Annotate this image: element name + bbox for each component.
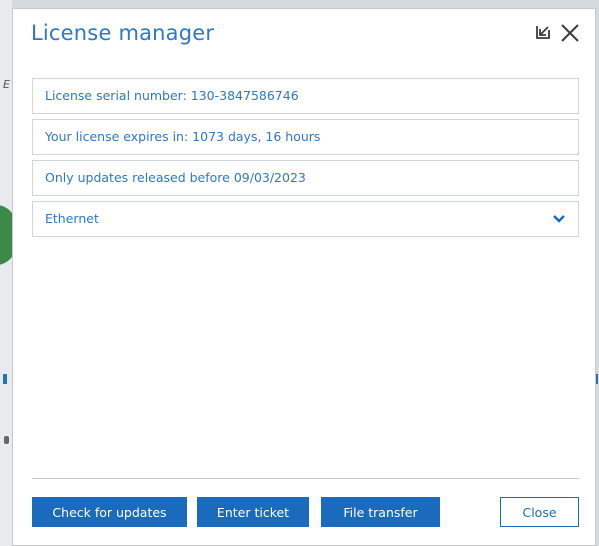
- connection-type-select[interactable]: Ethernet: [32, 201, 579, 237]
- close-icon[interactable]: [559, 22, 581, 44]
- background-blue-mark: [3, 374, 7, 384]
- license-expiry-field: Your license expires in: 1073 days, 16 h…: [32, 119, 579, 155]
- license-manager-dialog: License manager License serial number: 1…: [12, 8, 596, 546]
- file-transfer-button[interactable]: File transfer: [321, 497, 440, 527]
- chevron-down-icon[interactable]: [552, 213, 566, 225]
- minimize-arrow-icon[interactable]: [531, 22, 553, 44]
- footer-divider: [32, 478, 579, 479]
- updates-limit-field: Only updates released before 09/03/2023: [32, 160, 579, 196]
- check-for-updates-button[interactable]: Check for updates: [32, 497, 187, 527]
- background-letter: E: [3, 78, 10, 91]
- license-serial-field: License serial number: 130-3847586746: [32, 78, 579, 114]
- connection-type-value: Ethernet: [45, 211, 99, 226]
- enter-ticket-button[interactable]: Enter ticket: [197, 497, 309, 527]
- background-dot: [4, 436, 9, 444]
- close-button[interactable]: Close: [500, 497, 579, 527]
- dialog-title: License manager: [31, 21, 215, 45]
- dialog-header-actions: [531, 22, 581, 44]
